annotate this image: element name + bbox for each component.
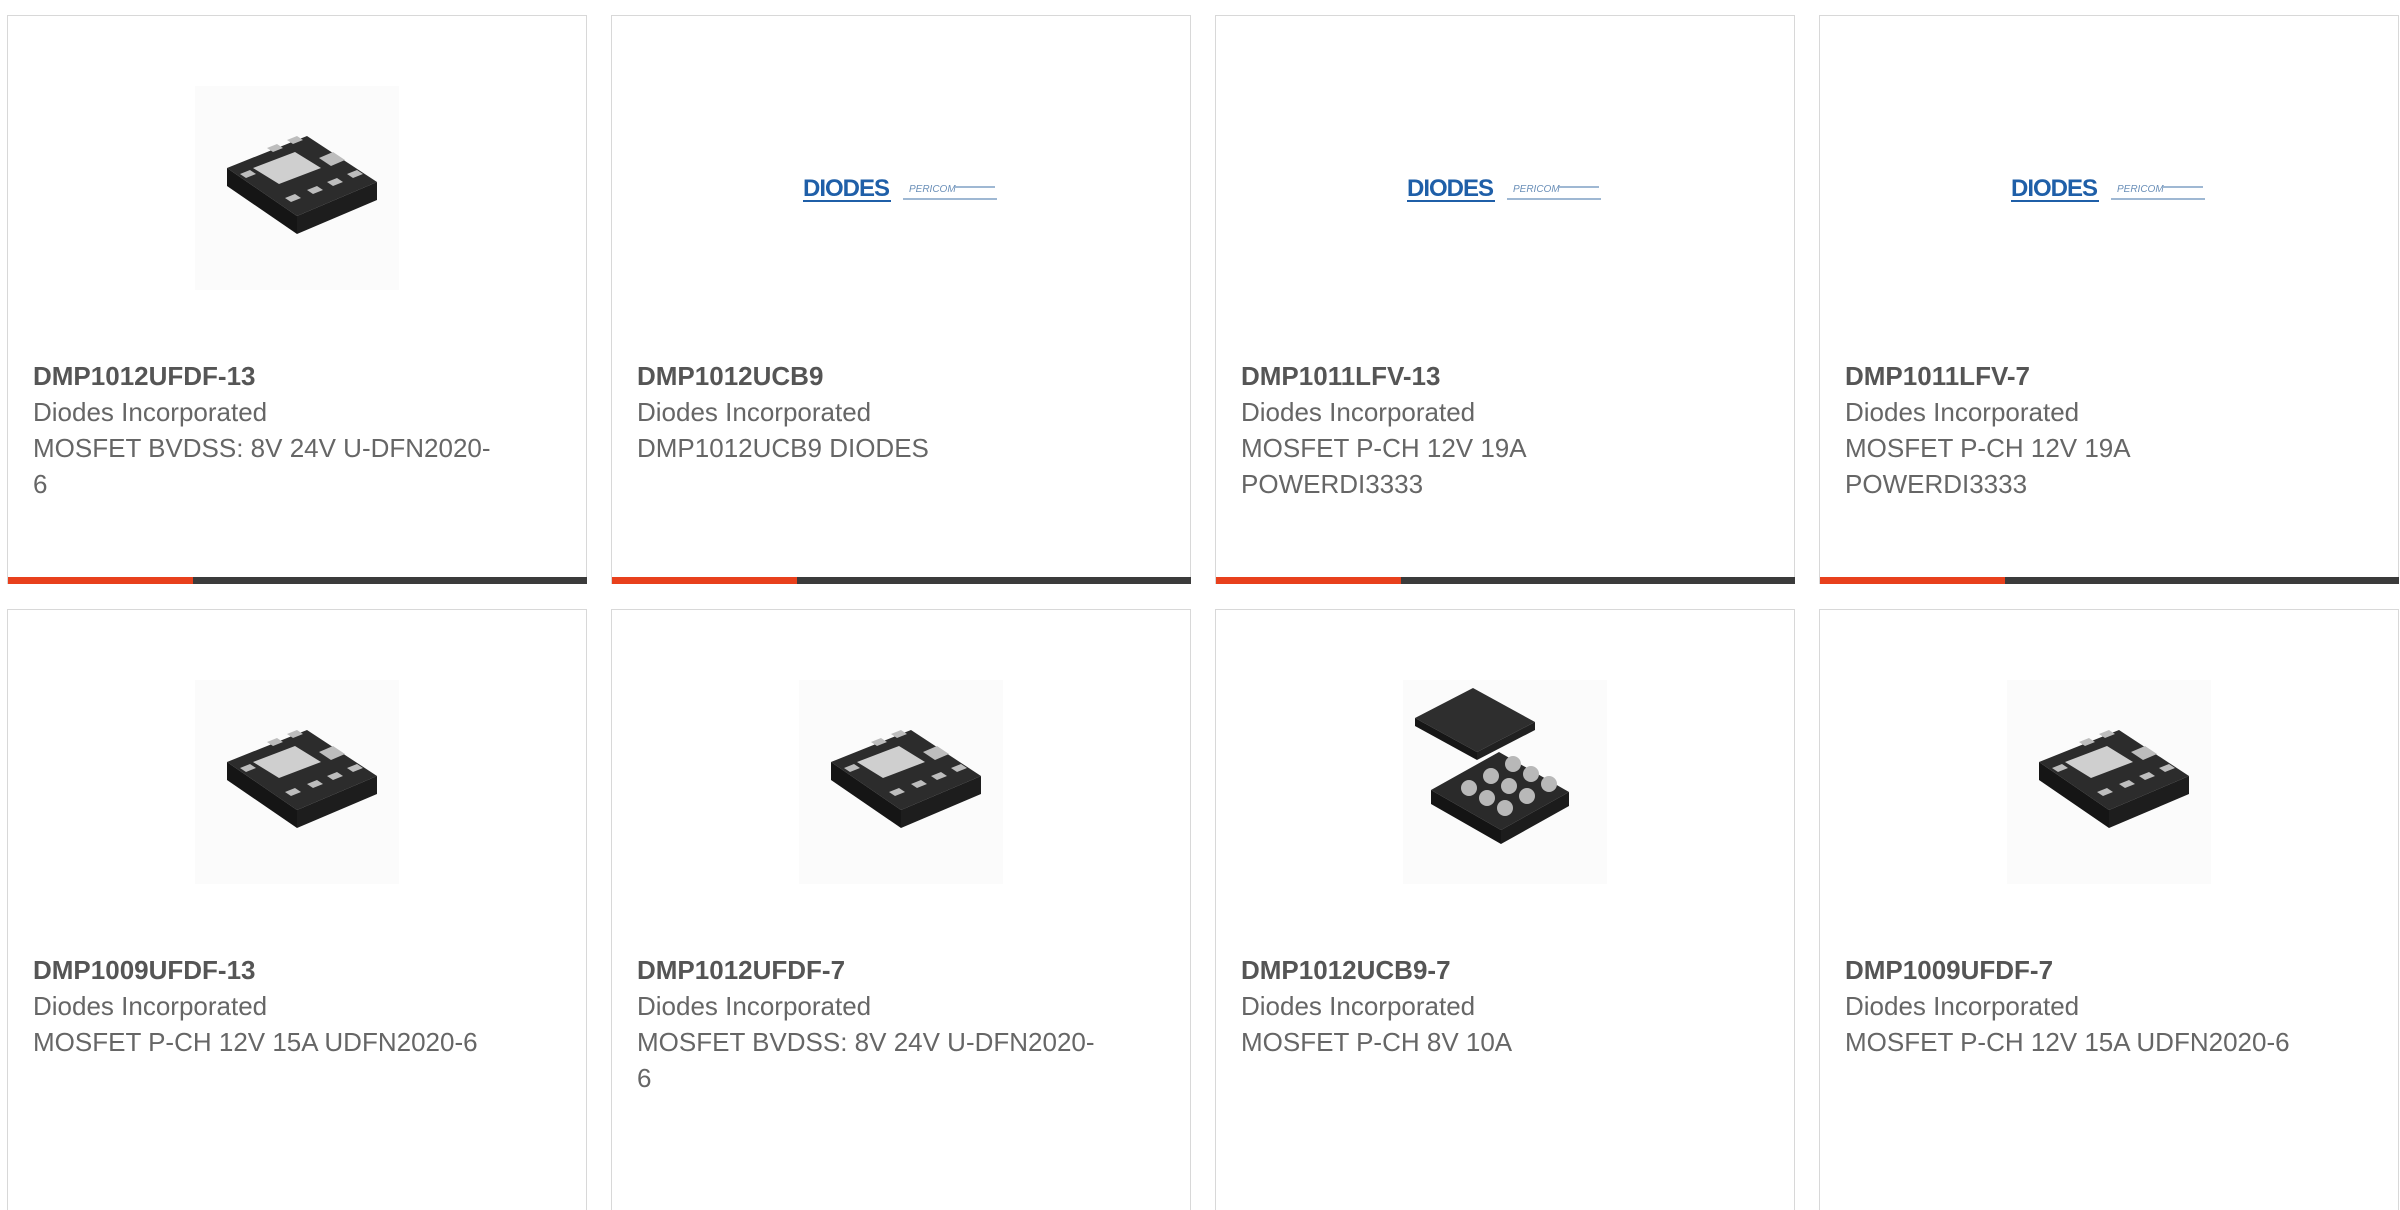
product-image[interactable] bbox=[195, 680, 399, 884]
description: MOSFET P-CH 12V 19A POWERDI3333 bbox=[1241, 433, 1526, 499]
manufacturer: Diodes Incorporated bbox=[1845, 991, 2080, 1021]
product-card[interactable]: DMP1009UFDF-13 Diodes Incorporated MOSFE… bbox=[7, 609, 587, 1210]
svg-text:PERICOM: PERICOM bbox=[909, 184, 956, 195]
product-card[interactable]: DMP1012UCB9-7 Diodes Incorporated MOSFET… bbox=[1215, 609, 1795, 1210]
description: MOSFET P-CH 8V 10A bbox=[1241, 1027, 1513, 1057]
part-number[interactable]: DMP1011LFV-13 bbox=[1241, 358, 1701, 394]
diodes-logo: DIODES PERICOM bbox=[2011, 175, 2205, 202]
progress-bar-fill bbox=[8, 577, 194, 584]
part-number[interactable]: DMP1009UFDF-7 bbox=[1845, 952, 2305, 988]
product-image[interactable]: DIODES PERICOM bbox=[2007, 86, 2211, 290]
svg-text:DIODES: DIODES bbox=[1407, 175, 1494, 202]
progress-bar-fill bbox=[1216, 577, 1402, 584]
description: MOSFET P-CH 12V 15A UDFN2020-6 bbox=[33, 1027, 478, 1057]
product-card[interactable]: DIODES PERICOM DMP1011LFV-13 Diodes Inco… bbox=[1215, 15, 1795, 584]
product-image[interactable] bbox=[799, 680, 1003, 884]
manufacturer: Diodes Incorporated bbox=[637, 991, 872, 1021]
manufacturer: Diodes Incorporated bbox=[1241, 397, 1476, 427]
svg-text:DIODES: DIODES bbox=[803, 175, 890, 202]
product-image[interactable] bbox=[195, 86, 399, 290]
product-info: DMP1011LFV-13 Diodes Incorporated MOSFET… bbox=[1241, 358, 1701, 502]
product-image[interactable]: DIODES PERICOM bbox=[1403, 86, 1607, 290]
progress-bar bbox=[1820, 577, 2399, 584]
progress-bar-fill bbox=[612, 577, 798, 584]
product-card[interactable]: DIODES PERICOM DMP1011LFV-7 Diodes Incor… bbox=[1819, 15, 2399, 584]
part-number[interactable]: DMP1012UFDF-13 bbox=[33, 358, 493, 394]
dfn-chip-icon bbox=[195, 680, 399, 884]
svg-text:PERICOM: PERICOM bbox=[1513, 184, 1560, 195]
manufacturer: Diodes Incorporated bbox=[1845, 397, 2080, 427]
manufacturer: Diodes Incorporated bbox=[637, 397, 872, 427]
description: MOSFET BVDSS: 8V 24V U-DFN2020-6 bbox=[637, 1027, 1095, 1093]
description: MOSFET BVDSS: 8V 24V U-DFN2020-6 bbox=[33, 433, 491, 499]
manufacturer: Diodes Incorporated bbox=[33, 397, 268, 427]
progress-bar-fill bbox=[1820, 577, 2006, 584]
progress-bar bbox=[1216, 577, 1795, 584]
bga-chip-icon bbox=[1403, 680, 1607, 884]
product-card[interactable]: DMP1009UFDF-7 Diodes Incorporated MOSFET… bbox=[1819, 609, 2399, 1210]
part-number[interactable]: DMP1012UCB9-7 bbox=[1241, 952, 1701, 988]
product-info: DMP1012UCB9-7 Diodes Incorporated MOSFET… bbox=[1241, 952, 1701, 1060]
part-number[interactable]: DMP1011LFV-7 bbox=[1845, 358, 2305, 394]
diodes-logo: DIODES PERICOM bbox=[803, 175, 997, 202]
product-info: DMP1009UFDF-13 Diodes Incorporated MOSFE… bbox=[33, 952, 493, 1060]
progress-bar bbox=[612, 577, 1191, 584]
manufacturer: Diodes Incorporated bbox=[1241, 991, 1476, 1021]
diodes-logo: DIODES PERICOM bbox=[1407, 175, 1601, 202]
product-image[interactable] bbox=[2007, 680, 2211, 884]
product-info: DMP1012UFDF-13 Diodes Incorporated MOSFE… bbox=[33, 358, 493, 502]
product-info: DMP1011LFV-7 Diodes Incorporated MOSFET … bbox=[1845, 358, 2305, 502]
part-number[interactable]: DMP1009UFDF-13 bbox=[33, 952, 493, 988]
progress-bar bbox=[8, 577, 587, 584]
description: MOSFET P-CH 12V 15A UDFN2020-6 bbox=[1845, 1027, 2290, 1057]
product-image[interactable]: DIODES PERICOM bbox=[799, 86, 1003, 290]
product-info: DMP1009UFDF-7 Diodes Incorporated MOSFET… bbox=[1845, 952, 2305, 1060]
product-info: DMP1012UCB9 Diodes Incorporated DMP1012U… bbox=[637, 358, 1097, 466]
product-card[interactable]: DIODES PERICOM DMP1012UCB9 Diodes Incorp… bbox=[611, 15, 1191, 584]
description: DMP1012UCB9 DIODES bbox=[637, 433, 929, 463]
part-number[interactable]: DMP1012UCB9 bbox=[637, 358, 1097, 394]
manufacturer: Diodes Incorporated bbox=[33, 991, 268, 1021]
dfn-chip-icon bbox=[2007, 680, 2211, 884]
product-info: DMP1012UFDF-7 Diodes Incorporated MOSFET… bbox=[637, 952, 1097, 1096]
product-card[interactable]: DMP1012UFDF-13 Diodes Incorporated MOSFE… bbox=[7, 15, 587, 584]
dfn-chip-icon bbox=[195, 86, 399, 290]
description: MOSFET P-CH 12V 19A POWERDI3333 bbox=[1845, 433, 2130, 499]
svg-text:DIODES: DIODES bbox=[2011, 175, 2098, 202]
product-card[interactable]: DMP1012UFDF-7 Diodes Incorporated MOSFET… bbox=[611, 609, 1191, 1210]
product-grid: DMP1012UFDF-13 Diodes Incorporated MOSFE… bbox=[7, 15, 2400, 1210]
dfn-chip-icon bbox=[799, 680, 1003, 884]
svg-text:PERICOM: PERICOM bbox=[2117, 184, 2164, 195]
product-image[interactable] bbox=[1403, 680, 1607, 884]
part-number[interactable]: DMP1012UFDF-7 bbox=[637, 952, 1097, 988]
